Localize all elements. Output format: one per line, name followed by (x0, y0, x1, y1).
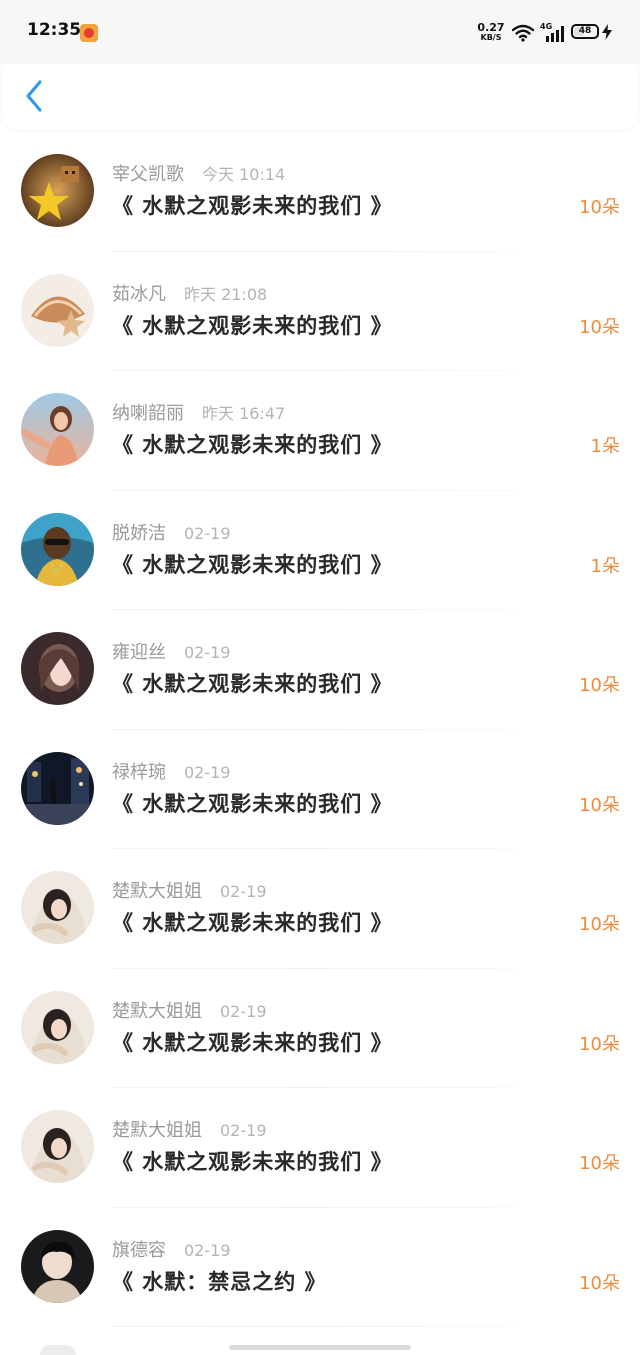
top-nav-bar (2, 64, 638, 130)
back-button[interactable] (20, 76, 52, 116)
send-time: 02-19 (184, 1240, 231, 1260)
flower-count: 1朵 (590, 555, 620, 577)
status-bar: 12:35 0.27 KB/S 4G 48 (0, 0, 640, 64)
send-time: 02-19 (184, 762, 231, 782)
divider (112, 1326, 520, 1327)
sender-name[interactable]: 纳喇韶丽 昨天 16:47 (112, 399, 285, 425)
sender-name[interactable]: 雍迎丝 02-19 (112, 638, 231, 664)
sender-name-text[interactable]: 楚默大姐姐 (112, 1120, 202, 1141)
flower-count: 10朵 (579, 794, 620, 816)
work-title: 《 水默之观影未来的我们 》 (112, 552, 393, 577)
send-time: 02-19 (220, 1121, 267, 1140)
sender-name-text[interactable]: 宰父凯歌 (112, 164, 184, 185)
avatar[interactable] (21, 1229, 94, 1303)
work-title: 《 水默之观影未来的我们 》 (112, 672, 393, 696)
gift-list-item[interactable]: 楚默大姐姐 02-19 《 水默之观影未来的我们 》 10朵 (0, 849, 640, 969)
work-title: 《 水默之观影未来的我们 》 (112, 1150, 393, 1174)
gift-list-item[interactable]: 楚默大姐姐 02-19 《 水默之观影未来的我们 》 10朵 (0, 1088, 640, 1208)
sender-name-text[interactable]: 雍迎丝 (112, 642, 166, 663)
network-speed: 0.27 KB/S (477, 22, 505, 42)
avatar[interactable] (21, 393, 94, 466)
gift-record-list: 宰父凯歌 今天 10:14 《 水默之观影未来的我们 》 10朵 茹冰凡 昨天 21:08… (0, 132, 640, 1327)
weibo-notification-icon (80, 24, 98, 42)
gift-list-item[interactable]: 雍迎丝 02-19 《 水默之观影未来的我们 》 10朵 (0, 610, 640, 730)
send-time: 02-19 (184, 643, 231, 662)
avatar[interactable] (21, 751, 94, 825)
flower-count: 10朵 (579, 1033, 620, 1055)
send-time: 昨天 21:08 (184, 284, 268, 304)
flower-count: 10朵 (579, 914, 620, 935)
flower-count: 10朵 (579, 197, 620, 218)
send-time: 02-19 (220, 1001, 267, 1021)
gift-list-item[interactable]: 旗德容 02-19 《 水默：禁忌之约 》 10朵 (0, 1208, 640, 1327)
sender-name-text[interactable]: 楚默大姐姐 (112, 881, 202, 902)
sender-name[interactable]: 旗德容 02-19 (112, 1236, 231, 1262)
chevron-left-icon (26, 80, 42, 112)
send-time: 02-19 (220, 882, 267, 901)
home-indicator[interactable] (229, 1345, 411, 1350)
flower-count: 10朵 (579, 675, 620, 696)
avatar[interactable] (21, 1110, 94, 1183)
battery-icon: 48 (571, 24, 599, 39)
send-time: 昨天 16:47 (202, 404, 286, 423)
flower-count: 10朵 (579, 316, 620, 338)
next-item-avatar-peek (40, 1345, 76, 1355)
sender-name[interactable]: 茹冰凡 昨天 21:08 (112, 280, 267, 306)
sender-name-text[interactable]: 旗德容 (112, 1240, 166, 1261)
network-speed-unit: KB/S (480, 33, 502, 42)
sender-name[interactable]: 禄梓琬 02-19 (112, 758, 231, 784)
gift-list-item[interactable]: 纳喇韶丽 昨天 16:47 《 水默之观影未来的我们 》 1朵 (0, 371, 640, 491)
sender-name-text[interactable]: 脱娇洁 (112, 523, 166, 544)
work-title: 《 水默：禁忌之约 》 (112, 1269, 327, 1294)
send-time: 02-19 (184, 523, 231, 543)
battery-level: 48 (578, 26, 592, 36)
work-title: 《 水默之观影未来的我们 》 (112, 433, 393, 457)
gift-list-item[interactable]: 宰父凯歌 今天 10:14 《 水默之观影未来的我们 》 10朵 (0, 132, 640, 252)
sender-name[interactable]: 脱娇洁 02-19 (112, 519, 231, 545)
gift-list-item[interactable]: 楚默大姐姐 02-19 《 水默之观影未来的我们 》 10朵 (0, 969, 640, 1088)
charging-bolt-icon (602, 24, 612, 40)
avatar[interactable] (21, 512, 94, 586)
sender-name[interactable]: 楚默大姐姐 02-19 (112, 877, 267, 903)
sender-name-text[interactable]: 纳喇韶丽 (112, 403, 184, 424)
gift-list-item[interactable]: 禄梓琬 02-19 《 水默之观影未来的我们 》 10朵 (0, 730, 640, 849)
flower-count: 1朵 (590, 436, 620, 457)
avatar[interactable] (21, 990, 94, 1064)
flower-count: 10朵 (579, 1272, 620, 1294)
work-title: 《 水默之观影未来的我们 》 (112, 791, 393, 816)
gift-list-item[interactable]: 脱娇洁 02-19 《 水默之观影未来的我们 》 1朵 (0, 491, 640, 610)
sender-name-text[interactable]: 楚默大姐姐 (112, 1001, 202, 1022)
sender-name[interactable]: 楚默大姐姐 02-19 (112, 997, 267, 1023)
avatar[interactable] (21, 154, 94, 227)
network-speed-value: 0.27 (477, 21, 505, 34)
work-title: 《 水默之观影未来的我们 》 (112, 1030, 393, 1055)
work-title: 《 水默之观影未来的我们 》 (112, 194, 393, 218)
gift-list-item[interactable]: 茹冰凡 昨天 21:08 《 水默之观影未来的我们 》 10朵 (0, 252, 640, 371)
avatar[interactable] (21, 871, 94, 944)
work-title: 《 水默之观影未来的我们 》 (112, 911, 393, 935)
status-time: 12:35 (27, 20, 82, 40)
sender-name[interactable]: 楚默大姐姐 02-19 (112, 1116, 267, 1142)
flower-count: 10朵 (579, 1153, 620, 1174)
sender-name[interactable]: 宰父凯歌 今天 10:14 (112, 160, 285, 186)
work-title: 《 水默之观影未来的我们 》 (112, 313, 393, 338)
sender-name-text[interactable]: 茹冰凡 (112, 284, 166, 305)
cellular-signal-icon: 4G (540, 22, 566, 42)
wifi-icon (512, 24, 534, 42)
send-time: 今天 10:14 (202, 165, 286, 184)
avatar[interactable] (21, 273, 94, 347)
sender-name-text[interactable]: 禄梓琬 (112, 762, 166, 783)
avatar[interactable] (21, 632, 94, 705)
